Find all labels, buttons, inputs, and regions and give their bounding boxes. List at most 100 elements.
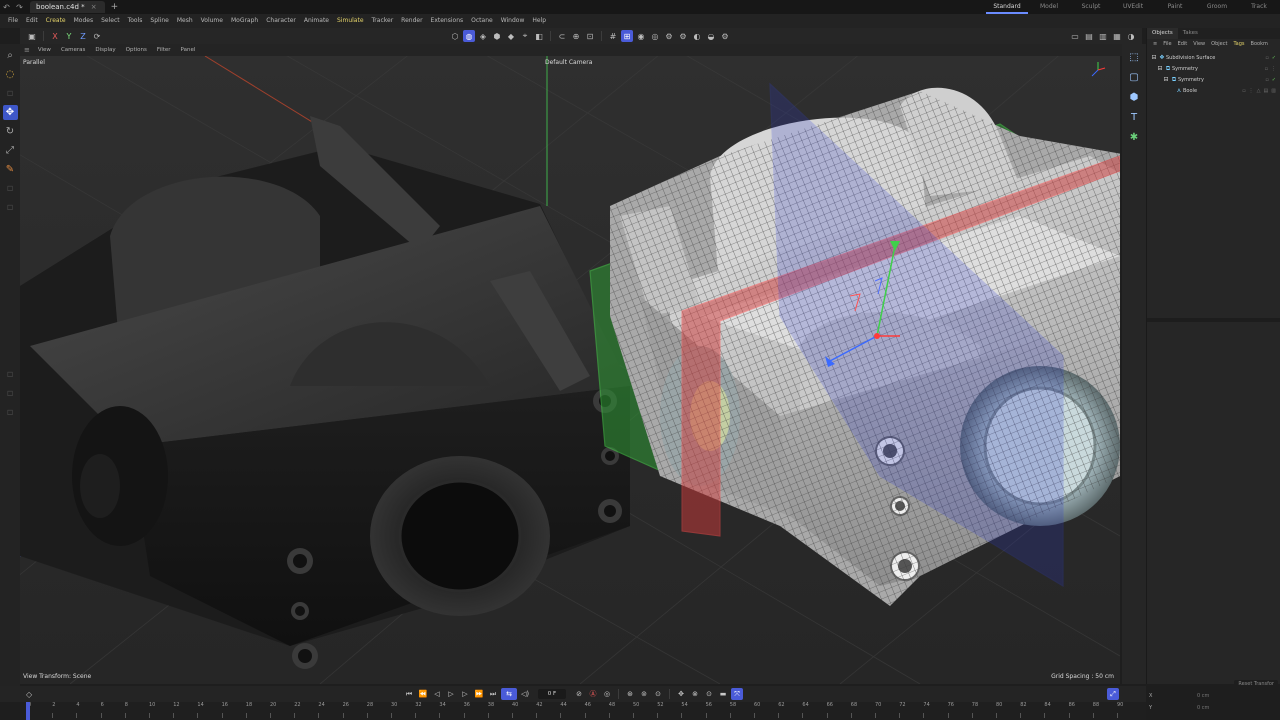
expand-icon[interactable]: ⊟ (1150, 54, 1158, 61)
key-interpolation-icon[interactable]: ⤧ (731, 688, 743, 700)
play-icon[interactable]: ▷ (445, 688, 457, 700)
keyframe-selection-icon[interactable]: ◎ (601, 688, 613, 700)
menu-animate[interactable]: Animate (300, 14, 333, 28)
picture-viewer-icon[interactable]: ◐ (691, 30, 703, 42)
view-single-icon[interactable]: ▥ (1097, 30, 1109, 42)
rotate-tool-icon[interactable]: ↻ (3, 124, 18, 139)
record-keys-icon[interactable]: ⊘ (573, 688, 585, 700)
layer-icon[interactable]: ▫ (1265, 66, 1268, 72)
menu-select[interactable]: Select (97, 14, 124, 28)
panel-divider[interactable] (1147, 318, 1280, 322)
tree-item-symmetry-outer[interactable]: ⊟ ⧉ Symmetry ▫ ⋮ (1147, 63, 1280, 74)
menu-create[interactable]: Create (42, 14, 70, 28)
live-selection-icon[interactable]: ◌ (3, 67, 18, 82)
objects-menu-edit[interactable]: Edit (1175, 41, 1191, 47)
expand-icon[interactable]: ⊟ (1156, 65, 1164, 72)
objects-menu-hamburger-icon[interactable]: ≡ (1150, 41, 1160, 47)
view-layout-icon[interactable]: ▤ (1083, 30, 1095, 42)
objects-menu-file[interactable]: File (1160, 41, 1174, 47)
world-axis-icon[interactable]: ⟳ (91, 30, 103, 42)
camera-icon[interactable]: ▭ (1069, 30, 1081, 42)
move-tool-icon[interactable]: ✥ (2, 105, 18, 120)
polygons-mode-icon[interactable]: ◆ (505, 30, 517, 42)
view-settings-icon[interactable]: ◑ (1125, 30, 1137, 42)
model-mode-icon[interactable]: ⬡ (449, 30, 461, 42)
menu-file[interactable]: File (4, 14, 22, 28)
render-queue-icon[interactable]: ⚙ (677, 30, 689, 42)
menu-spline[interactable]: Spline (146, 14, 172, 28)
objects-menu-object[interactable]: Object (1208, 41, 1230, 47)
grid-snap-icon[interactable]: ⊞ (621, 30, 633, 42)
layout-standard[interactable]: Standard (986, 0, 1028, 14)
layout-sculpt[interactable]: Sculpt (1070, 0, 1112, 14)
tag-phong-icon[interactable]: △ (1257, 88, 1261, 94)
solo-icon[interactable]: ⊕ (570, 30, 582, 42)
close-tab-icon[interactable]: × (91, 1, 97, 13)
key-point-icon[interactable]: ⊙ (703, 688, 715, 700)
menu-window[interactable]: Window (497, 14, 529, 28)
menu-modes[interactable]: Modes (70, 14, 97, 28)
tab-objects[interactable]: Objects (1147, 28, 1178, 39)
menu-mesh[interactable]: Mesh (173, 14, 197, 28)
key-rotation-icon[interactable]: ⊚ (638, 688, 650, 700)
tree-item-boole[interactable]: ⋏ Boole ▫ ⋮ △ ▤ ▥ (1147, 85, 1280, 96)
undo-icon[interactable]: ↶ (0, 3, 13, 12)
menu-octane[interactable]: Octane (467, 14, 497, 28)
edges-mode-icon[interactable]: ⬢ (491, 30, 503, 42)
key-scale-icon[interactable]: ⊙ (652, 688, 664, 700)
redo-icon[interactable]: ↷ (13, 3, 26, 12)
viewport-menu-cameras[interactable]: Cameras (56, 47, 90, 53)
current-frame-field[interactable]: 0 F (538, 689, 566, 699)
axis-y-toggle[interactable]: Y (63, 30, 75, 42)
layout-uvedit[interactable]: UVEdit (1112, 0, 1154, 14)
key-param-icon[interactable]: ✥ (675, 688, 687, 700)
key-pla-icon[interactable]: ⊗ (689, 688, 701, 700)
snap-icon[interactable]: # (607, 30, 619, 42)
key-position-icon[interactable]: ⊛ (624, 688, 636, 700)
tag-selection-icon[interactable]: ▥ (1271, 88, 1276, 94)
texture-mode-icon[interactable]: ◧ (533, 30, 545, 42)
axis-z-toggle[interactable]: Z (77, 30, 89, 42)
menu-volume[interactable]: Volume (197, 14, 227, 28)
expand-icon[interactable]: ⊟ (1162, 76, 1170, 83)
knife-tool-icon[interactable]: ▫ (3, 181, 18, 196)
viewport-menu-view[interactable]: View (33, 47, 56, 53)
view-quad-icon[interactable]: ▦ (1111, 30, 1123, 42)
new-tab-icon[interactable]: + (111, 2, 119, 12)
menu-simulate[interactable]: Simulate (333, 14, 368, 28)
autokey-icon[interactable]: Ⓐ (587, 688, 599, 700)
render-settings-icon[interactable]: ⚙ (663, 30, 675, 42)
soft-selection-icon[interactable]: ▫ (3, 405, 18, 420)
viewport-menu-options[interactable]: Options (121, 47, 152, 53)
viewport-menu-filter[interactable]: Filter (152, 47, 176, 53)
primitive-icon[interactable]: ⬢ (1126, 89, 1142, 105)
menu-render[interactable]: Render (397, 14, 426, 28)
layout-model[interactable]: Model (1028, 0, 1070, 14)
menu-tracker[interactable]: Tracker (368, 14, 398, 28)
menu-edit[interactable]: Edit (22, 14, 42, 28)
search-icon[interactable]: ⌕ (3, 48, 18, 63)
uv-mode-icon[interactable]: ⌖ (519, 30, 531, 42)
previous-frame-icon[interactable]: ◁ (431, 688, 443, 700)
loop-icon[interactable]: ⇆ (501, 688, 517, 700)
go-to-end-icon[interactable]: ⏭ (487, 688, 499, 700)
playhead[interactable] (26, 702, 30, 720)
reset-transform-button[interactable]: Reset Transfor (1234, 680, 1278, 688)
sound-icon[interactable]: ◁) (519, 688, 531, 700)
generator-icon[interactable]: ✱ (1126, 129, 1142, 145)
timeline-settings-icon[interactable]: ▬ (717, 688, 729, 700)
timeline-expand-icon[interactable]: ⤢ (1107, 688, 1119, 700)
workplane-icon[interactable]: ▫ (3, 367, 18, 382)
selection-filter-icon[interactable]: ▫ (3, 86, 18, 101)
octane-settings-icon[interactable]: ⚙ (719, 30, 731, 42)
layer-icon[interactable]: ▫ (1265, 77, 1268, 83)
previous-key-icon[interactable]: ⏪ (417, 688, 429, 700)
objects-menu-tags[interactable]: Tags (1230, 41, 1247, 47)
lock-icon[interactable]: ⊡ (584, 30, 596, 42)
menu-character[interactable]: Character (262, 14, 300, 28)
next-frame-icon[interactable]: ▷ (459, 688, 471, 700)
visibility-icon[interactable]: ⋮ (1249, 88, 1254, 94)
scale-tool-icon[interactable]: ⤢ (3, 143, 18, 158)
go-to-start-icon[interactable]: ⏮ (403, 688, 415, 700)
layout-groom[interactable]: Groom (1196, 0, 1238, 14)
